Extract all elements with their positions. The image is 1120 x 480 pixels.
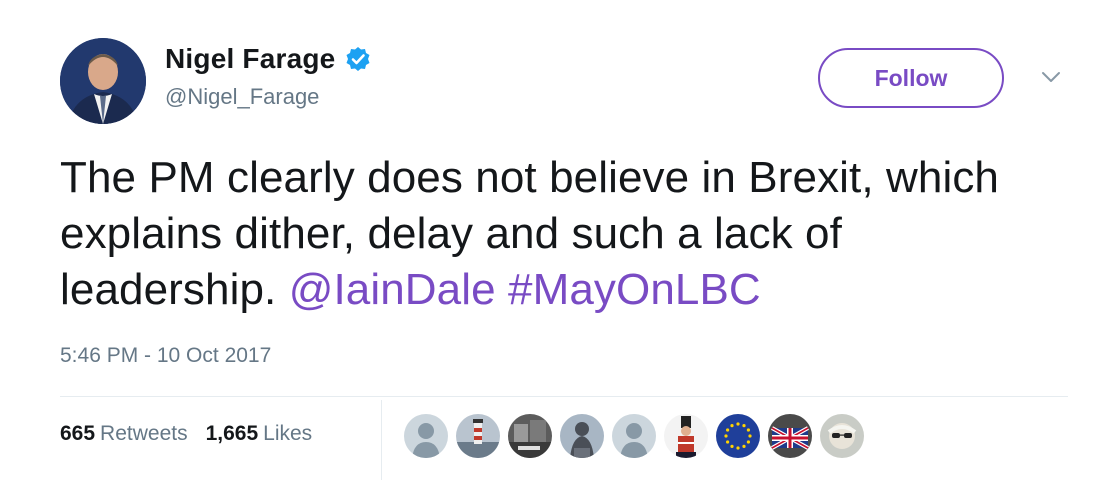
user-handle[interactable]: @Nigel_Farage bbox=[165, 84, 319, 110]
lighthouse-avatar-icon bbox=[456, 414, 500, 458]
liker-avatar[interactable] bbox=[560, 414, 604, 458]
default-avatar-icon bbox=[404, 414, 448, 458]
tweet-timestamp[interactable]: 5:46 PM - 10 Oct 2017 bbox=[60, 344, 271, 368]
likes-stat[interactable]: 1,665 Likes bbox=[206, 422, 313, 446]
eu-flag-avatar-icon bbox=[716, 414, 760, 458]
tweet-card: Nigel Farage @Nigel_Farage Follow The PM… bbox=[0, 0, 1120, 480]
profile-avatar[interactable] bbox=[60, 38, 146, 124]
retweets-count: 665 bbox=[60, 422, 96, 445]
liker-avatar[interactable] bbox=[508, 414, 552, 458]
default-avatar-icon bbox=[612, 414, 656, 458]
mono-photo-avatar-icon bbox=[508, 414, 552, 458]
profile-photo-icon bbox=[60, 38, 146, 124]
likes-label: Likes bbox=[263, 422, 313, 445]
liker-avatar[interactable] bbox=[612, 414, 656, 458]
retweets-stat[interactable]: 665 Retweets bbox=[60, 422, 188, 446]
retweets-label: Retweets bbox=[100, 422, 188, 445]
follow-button[interactable]: Follow bbox=[818, 48, 1004, 108]
display-name[interactable]: Nigel Farage bbox=[165, 43, 335, 75]
liker-avatar[interactable] bbox=[404, 414, 448, 458]
statue-avatar-icon bbox=[560, 414, 604, 458]
verified-badge-icon bbox=[345, 46, 371, 72]
tweet-stats: 665 Retweets 1,665 Likes bbox=[60, 422, 330, 446]
liker-avatar[interactable] bbox=[768, 414, 812, 458]
liker-avatar[interactable] bbox=[820, 414, 864, 458]
soldier-avatar-icon bbox=[664, 414, 708, 458]
chevron-down-icon[interactable] bbox=[1040, 66, 1062, 88]
sunglasses-avatar-icon bbox=[820, 414, 864, 458]
liker-avatar[interactable] bbox=[456, 414, 500, 458]
liker-avatar[interactable] bbox=[664, 414, 708, 458]
divider bbox=[60, 396, 1068, 397]
likes-count: 1,665 bbox=[205, 422, 259, 445]
liker-avatar[interactable] bbox=[716, 414, 760, 458]
name-row: Nigel Farage bbox=[165, 43, 371, 75]
union-jack-avatar-icon bbox=[768, 414, 812, 458]
mention-link[interactable]: @IainDale bbox=[289, 265, 496, 314]
tweet-text: The PM clearly does not believe in Brexi… bbox=[60, 150, 1070, 318]
hashtag-link[interactable]: #MayOnLBC bbox=[508, 265, 761, 314]
liker-avatars bbox=[404, 414, 872, 458]
stats-separator bbox=[381, 400, 382, 480]
